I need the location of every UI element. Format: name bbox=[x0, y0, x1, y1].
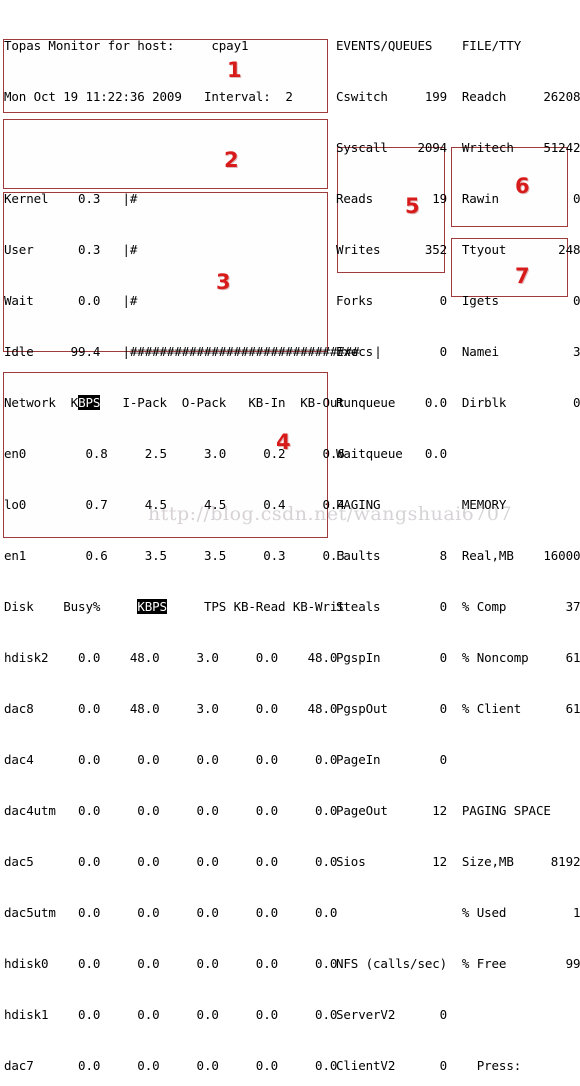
topas-terminal-screen: Topas Monitor for host: cpay1 Mon Oct 19… bbox=[0, 0, 580, 1073]
annotation-number-3: 3 bbox=[216, 270, 231, 294]
row-serverv2: ServerV2 0 bbox=[336, 1007, 448, 1022]
cpu-row-user: User 0.3 |# bbox=[4, 242, 138, 257]
row-used: % Used 1 bbox=[336, 905, 580, 920]
disk-row-dac7: dac7 0.0 0.0 0.0 0.0 0.0 bbox=[4, 1058, 338, 1073]
watermark-text: http://blog.csdn.net/wangshuai6707 bbox=[148, 503, 513, 525]
row-faults-realmb: Faults 8 Real,MB 16000 bbox=[336, 548, 580, 563]
network-kbps-highlight: BPS bbox=[78, 395, 101, 410]
row-cswitch-readch: Cswitch 199 Readch 26208 bbox=[336, 89, 580, 104]
events-queues-title-row: EVENTS/QUEUES FILE/TTY bbox=[336, 38, 522, 53]
row-steals-comp: Steals 0 % Comp 37 bbox=[336, 599, 580, 614]
row-execs-namei: Execs 0 Namei 3 bbox=[336, 344, 580, 359]
disk-header-post: TPS KB-Read KB-Writ bbox=[166, 599, 345, 614]
network-header-post: I-Pack O-Pack KB-In KB-Out bbox=[100, 395, 345, 410]
cpu-row-kernel: Kernel 0.3 |# bbox=[4, 191, 138, 206]
disk-row-dac5: dac5 0.0 0.0 0.0 0.0 0.0 bbox=[4, 854, 338, 869]
row-reads-rawin: Reads 19 Rawin 0 bbox=[336, 191, 580, 206]
disk-row-dac4utm: dac4utm 0.0 0.0 0.0 0.0 0.0 bbox=[4, 803, 338, 818]
row-writes-ttyout: Writes 352 Ttyout 248 bbox=[336, 242, 580, 257]
row-pgspout-client: PgspOut 0 % Client 61 bbox=[336, 701, 580, 716]
disk-row-hdisk2: hdisk2 0.0 48.0 3.0 0.0 48.0 bbox=[4, 650, 338, 665]
row-runqueue-dirblk: Runqueue 0.0 Dirblk 0 bbox=[336, 395, 580, 410]
annotation-number-4: 4 bbox=[276, 430, 291, 454]
row-sios-sizemb: Sios 12 Size,MB 8192 bbox=[336, 854, 580, 869]
disk-row-hdisk0: hdisk0 0.0 0.0 0.0 0.0 0.0 bbox=[4, 956, 338, 971]
header-title-line: Topas Monitor for host: cpay1 bbox=[4, 38, 249, 53]
row-pageout-pagingspace: PageOut 12 PAGING SPACE bbox=[336, 803, 551, 818]
row-waitqueue: Waitqueue 0.0 bbox=[336, 446, 448, 461]
disk-header-pre: Disk Busy% bbox=[4, 599, 138, 614]
annotation-number-5: 5 bbox=[405, 194, 420, 218]
annotation-number-2: 2 bbox=[224, 148, 239, 172]
header-timestamp-line: Mon Oct 19 11:22:36 2009 Interval: 2 bbox=[4, 89, 293, 104]
cpu-row-idle: Idle 99.4 |#############################… bbox=[4, 344, 382, 359]
row-nfs-free: NFS (calls/sec) % Free 99 bbox=[336, 956, 580, 971]
row-forks-igets: Forks 0 Igets 0 bbox=[336, 293, 580, 308]
disk-kbps-highlight: KBPS bbox=[137, 599, 167, 614]
network-row-en1: en1 0.6 3.5 3.5 0.3 0.3 bbox=[4, 548, 345, 563]
network-header-row: Network KBPS I-Pack O-Pack KB-In KB-Out bbox=[4, 394, 382, 411]
cpu-row-wait: Wait 0.0 |# bbox=[4, 293, 138, 308]
annotation-number-6: 6 bbox=[515, 174, 530, 198]
row-pgspin-noncomp: PgspIn 0 % Noncomp 61 bbox=[336, 650, 580, 665]
disk-row-hdisk1: hdisk1 0.0 0.0 0.0 0.0 0.0 bbox=[4, 1007, 338, 1022]
row-syscall-writech: Syscall 2094 Writech 51242 bbox=[336, 140, 580, 155]
network-header-pre: Network K bbox=[4, 395, 79, 410]
disk-row-dac4: dac4 0.0 0.0 0.0 0.0 0.0 bbox=[4, 752, 338, 767]
annotation-number-1: 1 bbox=[227, 58, 242, 82]
disk-header-row: Disk Busy% KBPS TPS KB-Read KB-Writ bbox=[4, 598, 382, 615]
terminal-left-column: Topas Monitor for host: cpay1 Mon Oct 19… bbox=[4, 3, 382, 1086]
annotation-number-7: 7 bbox=[515, 264, 530, 288]
disk-row-dac8: dac8 0.0 48.0 3.0 0.0 48.0 bbox=[4, 701, 338, 716]
row-clientv2-press: ClientV2 0 Press: bbox=[336, 1058, 522, 1073]
disk-row-dac5utm: dac5utm 0.0 0.0 0.0 0.0 0.0 bbox=[4, 905, 338, 920]
network-row-en0: en0 0.8 2.5 3.0 0.2 0.6 bbox=[4, 446, 345, 461]
terminal-right-column: EVENTS/QUEUES FILE/TTY Cswitch 199 Readc… bbox=[336, 3, 580, 1086]
row-pagein: PageIn 0 bbox=[336, 752, 448, 767]
